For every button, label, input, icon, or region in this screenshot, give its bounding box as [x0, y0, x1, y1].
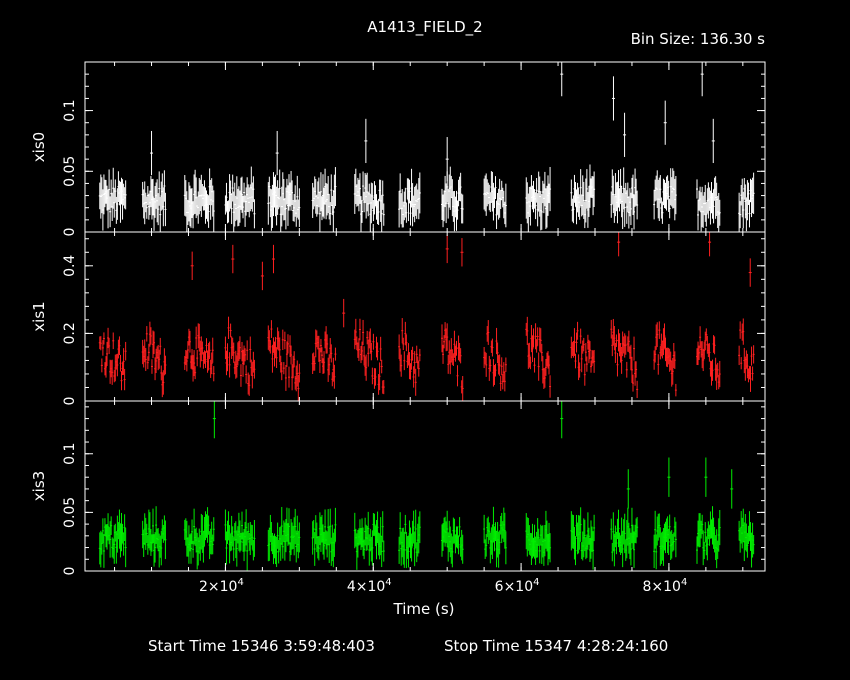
x-tick-exponent: 4	[385, 577, 391, 588]
y-tick-label: 0.1	[62, 99, 78, 121]
x-tick-exponent: 4	[681, 577, 687, 588]
chart-title: A1413_FIELD_2	[367, 18, 482, 37]
start-time-label: Start Time 15346 3:59:48:403	[148, 637, 375, 655]
y-tick-label: 0.1	[62, 443, 78, 465]
y-tick-label: 0	[62, 567, 78, 576]
plot-background	[0, 0, 850, 680]
y-tick-label: 0	[62, 228, 78, 237]
y-tick-label: 0	[62, 397, 78, 406]
y-axis-label-xis1: xis1	[30, 301, 48, 331]
x-tick-label: 4×104	[347, 577, 392, 595]
x-tick-label: 8×104	[642, 577, 687, 595]
y-tick-label: 0.4	[62, 255, 78, 277]
light-curve-plot: A1413_FIELD_2 Bin Size: 136.30 s 0 0.05 0.…	[0, 0, 850, 680]
x-tick-label: 2×104	[199, 577, 244, 595]
y-tick-label: 0.05	[62, 156, 78, 187]
x-tick-exponent: 4	[533, 577, 539, 588]
y-tick-label: 0.2	[62, 322, 78, 344]
x-tick-label: 6×104	[495, 577, 540, 595]
y-axis-label-xis3: xis3	[30, 471, 48, 501]
bin-size-label: Bin Size: 136.30 s	[631, 30, 766, 48]
y-axis-label-xis0: xis0	[30, 132, 48, 162]
stop-time-label: Stop Time 15347 4:28:24:160	[444, 637, 668, 655]
x-axis-label: Time (s)	[393, 600, 455, 618]
y-tick-label: 0.05	[62, 497, 78, 528]
x-tick-exponent: 4	[237, 577, 243, 588]
